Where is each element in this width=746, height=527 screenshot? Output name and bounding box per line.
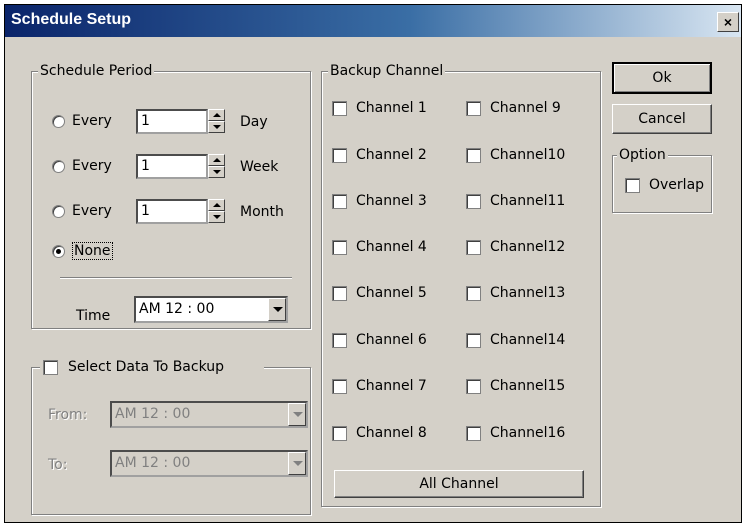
every-day-unit: Day bbox=[240, 114, 268, 130]
channel-label[interactable]: Channel 8 bbox=[356, 424, 427, 442]
every-week-label[interactable]: Every bbox=[72, 157, 112, 175]
channel-label[interactable]: Channel 3 bbox=[356, 192, 427, 210]
channel-checkbox[interactable] bbox=[466, 379, 481, 394]
every-day-spinner[interactable] bbox=[208, 109, 225, 134]
time-select[interactable]: AM 12 : 00 bbox=[134, 296, 288, 323]
channel-label[interactable]: Channel10 bbox=[490, 146, 565, 164]
every-month-spinner[interactable] bbox=[208, 199, 225, 224]
from-dropdown-button[interactable] bbox=[288, 403, 306, 426]
to-dropdown-button[interactable] bbox=[288, 452, 306, 475]
channel-label[interactable]: Channel13 bbox=[490, 284, 565, 302]
channel-label[interactable]: Channel12 bbox=[490, 238, 565, 256]
every-month-label[interactable]: Every bbox=[72, 202, 112, 220]
period-separator bbox=[60, 277, 292, 279]
backup-channel-group: Backup Channel Channel 1 Channel 9 Chann… bbox=[321, 62, 601, 507]
overlap-checkbox[interactable] bbox=[625, 178, 640, 193]
channel-checkbox[interactable] bbox=[466, 194, 481, 209]
select-data-group: Select Data To Backup From: AM 12 : 00 T… bbox=[31, 358, 311, 515]
channel-label[interactable]: Channel14 bbox=[490, 331, 565, 349]
spin-down-button[interactable] bbox=[208, 211, 225, 223]
spin-up-button[interactable] bbox=[208, 154, 225, 166]
channel-label[interactable]: Channel 5 bbox=[356, 284, 427, 302]
to-select-value: AM 12 : 00 bbox=[115, 455, 191, 471]
channel-label[interactable]: Channel11 bbox=[490, 192, 565, 210]
none-radio[interactable] bbox=[52, 245, 65, 258]
none-label[interactable]: None bbox=[72, 242, 113, 260]
channel-checkbox[interactable] bbox=[466, 286, 481, 301]
time-dropdown-button[interactable] bbox=[268, 298, 286, 321]
schedule-period-legend: Schedule Period bbox=[38, 62, 155, 80]
ok-button[interactable]: Ok bbox=[612, 62, 712, 94]
spin-down-button[interactable] bbox=[208, 121, 225, 133]
every-week-unit: Week bbox=[240, 159, 279, 175]
channel-checkbox[interactable] bbox=[332, 194, 347, 209]
spin-down-button[interactable] bbox=[208, 166, 225, 178]
schedule-period-group: Schedule Period Every 1 Day Every 1 Week… bbox=[31, 62, 311, 329]
time-select-value: AM 12 : 00 bbox=[139, 301, 215, 317]
channel-checkbox[interactable] bbox=[466, 426, 481, 441]
backup-channel-legend: Backup Channel bbox=[328, 62, 446, 80]
channel-checkbox[interactable] bbox=[466, 101, 481, 116]
from-select-value: AM 12 : 00 bbox=[115, 406, 191, 422]
channel-label[interactable]: Channel 1 bbox=[356, 99, 427, 117]
to-select[interactable]: AM 12 : 00 bbox=[110, 450, 308, 477]
every-day-input[interactable]: 1 bbox=[136, 109, 208, 134]
channel-checkbox[interactable] bbox=[466, 240, 481, 255]
channel-checkbox[interactable] bbox=[332, 379, 347, 394]
every-day-radio[interactable] bbox=[52, 115, 65, 128]
from-select[interactable]: AM 12 : 00 bbox=[110, 401, 308, 428]
channel-checkbox[interactable] bbox=[466, 148, 481, 163]
option-group: Option Overlap bbox=[612, 146, 712, 213]
channel-label[interactable]: Channel 2 bbox=[356, 146, 427, 164]
select-data-label[interactable]: Select Data To Backup bbox=[68, 358, 224, 376]
chevron-down-icon bbox=[273, 307, 283, 312]
channel-checkbox[interactable] bbox=[332, 240, 347, 255]
channel-label[interactable]: Channel 7 bbox=[356, 377, 427, 395]
select-data-checkbox[interactable] bbox=[43, 360, 58, 375]
overlap-label[interactable]: Overlap bbox=[649, 176, 704, 194]
title-bar[interactable]: Schedule Setup × bbox=[5, 5, 741, 37]
channel-label[interactable]: Channel15 bbox=[490, 377, 565, 395]
spin-up-button[interactable] bbox=[208, 199, 225, 211]
select-data-legend: Select Data To Backup bbox=[40, 358, 264, 376]
all-channel-button[interactable]: All Channel bbox=[334, 470, 584, 498]
channel-checkbox[interactable] bbox=[332, 333, 347, 348]
every-week-radio[interactable] bbox=[52, 160, 65, 173]
from-label: From: bbox=[48, 407, 88, 423]
time-label: Time bbox=[76, 308, 111, 324]
channel-checkbox[interactable] bbox=[332, 101, 347, 116]
close-button[interactable]: × bbox=[717, 12, 739, 32]
channel-checkbox[interactable] bbox=[332, 148, 347, 163]
every-week-spinner[interactable] bbox=[208, 154, 225, 179]
cancel-button[interactable]: Cancel bbox=[612, 104, 712, 134]
channel-label[interactable]: Channel 6 bbox=[356, 331, 427, 349]
every-month-radio[interactable] bbox=[52, 205, 65, 218]
every-week-input[interactable]: 1 bbox=[136, 154, 208, 179]
channel-checkbox[interactable] bbox=[466, 333, 481, 348]
chevron-down-icon bbox=[293, 412, 303, 417]
every-month-unit: Month bbox=[240, 204, 284, 220]
chevron-down-icon bbox=[293, 461, 303, 466]
radio-selected-dot bbox=[56, 249, 61, 254]
every-day-label[interactable]: Every bbox=[72, 112, 112, 130]
spin-up-button[interactable] bbox=[208, 109, 225, 121]
channel-checkbox[interactable] bbox=[332, 286, 347, 301]
schedule-setup-dialog: Schedule Setup × Schedule Period Every 1… bbox=[4, 4, 742, 523]
to-label: To: bbox=[48, 457, 68, 473]
channel-label[interactable]: Channel 9 bbox=[490, 99, 561, 117]
channel-label[interactable]: Channel 4 bbox=[356, 238, 427, 256]
channel-checkbox[interactable] bbox=[332, 426, 347, 441]
option-legend: Option bbox=[617, 146, 668, 164]
window-title: Schedule Setup bbox=[11, 11, 132, 28]
every-month-input[interactable]: 1 bbox=[136, 199, 208, 224]
channel-label[interactable]: Channel16 bbox=[490, 424, 565, 442]
